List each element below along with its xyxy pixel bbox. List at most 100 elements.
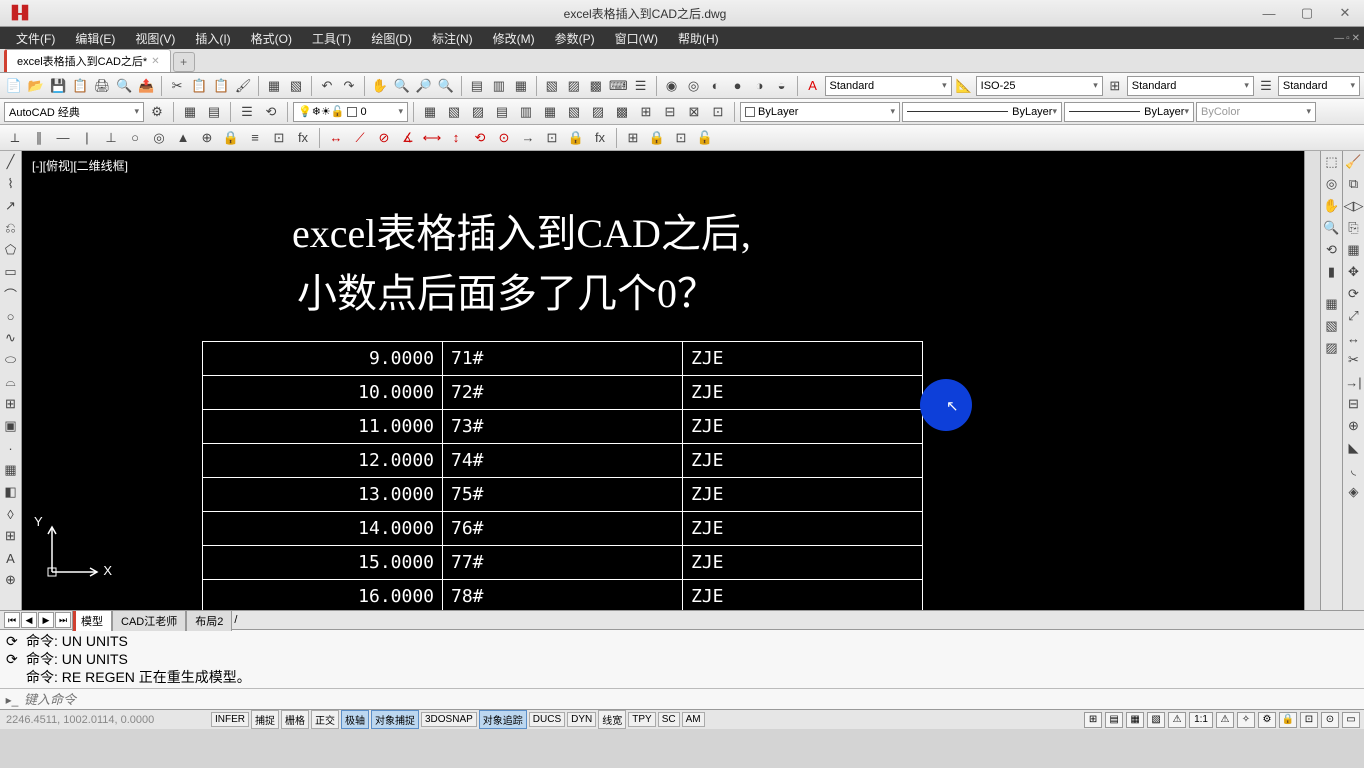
d8-icon[interactable]: ⊙ xyxy=(493,127,515,149)
nav-show-icon[interactable]: ▮ xyxy=(1322,262,1342,282)
model-space-button[interactable]: ⊞ xyxy=(1084,712,1102,728)
qv-button[interactable]: ▦ xyxy=(1126,712,1144,728)
c5-icon[interactable]: ⊥ xyxy=(100,127,122,149)
c7-icon[interactable]: ◎ xyxy=(148,127,170,149)
toggle-grid[interactable]: 栅格 xyxy=(281,710,309,729)
rect-icon[interactable]: ▭ xyxy=(1,262,21,282)
tablestyle-select[interactable]: Standard▾ xyxy=(1127,76,1254,96)
menu-help[interactable]: 帮助(H) xyxy=(668,28,729,49)
recent-icon[interactable]: ⟳ xyxy=(6,632,26,650)
menu-tools[interactable]: 工具(T) xyxy=(302,28,361,49)
layout-first-button[interactable]: ⏮ xyxy=(4,612,20,628)
iso-button[interactable]: ⊙ xyxy=(1321,712,1339,728)
toggle-polar[interactable]: 极轴 xyxy=(341,710,369,729)
dc-icon[interactable]: ▥ xyxy=(489,75,509,97)
menu-format[interactable]: 格式(O) xyxy=(241,28,302,49)
ellipse-icon[interactable]: ⬭ xyxy=(1,350,21,370)
lt3-icon[interactable]: ▨ xyxy=(467,101,489,123)
layout-next-button[interactable]: ▶ xyxy=(38,612,54,628)
qv2-button[interactable]: ▧ xyxy=(1147,712,1165,728)
tp-icon[interactable]: ▦ xyxy=(511,75,531,97)
nav-orbit-icon[interactable]: ⟲ xyxy=(1322,240,1342,260)
preview-icon[interactable]: 🔍 xyxy=(114,75,134,97)
vs3-icon[interactable]: ◐ xyxy=(706,75,726,97)
toggle-otrack[interactable]: 对象追踪 xyxy=(479,710,527,729)
point-icon[interactable]: · xyxy=(1,438,21,458)
extend-icon[interactable]: →| xyxy=(1344,372,1364,392)
lt8-icon[interactable]: ▨ xyxy=(587,101,609,123)
tool2-icon[interactable]: ▤ xyxy=(203,101,225,123)
lineweight-select[interactable]: ByLayer▾ xyxy=(1064,102,1194,122)
block2-icon[interactable]: ▧ xyxy=(286,75,306,97)
menu-dimension[interactable]: 标注(N) xyxy=(422,28,483,49)
mdi-controls[interactable]: ―▫✕ xyxy=(1334,33,1360,44)
nav-cube-icon[interactable]: ⬚ xyxy=(1322,152,1342,172)
pan-icon[interactable]: ✋ xyxy=(370,75,390,97)
zoom-icon[interactable]: 🔍 xyxy=(392,75,412,97)
open-icon[interactable]: 📂 xyxy=(26,75,46,97)
circle-icon[interactable]: ○ xyxy=(1,306,21,326)
array-icon[interactable]: ▦ xyxy=(1344,240,1364,260)
d4-icon[interactable]: ∡ xyxy=(397,127,419,149)
c11-icon[interactable]: ≡ xyxy=(244,127,266,149)
vs6-icon[interactable]: ◒ xyxy=(772,75,792,97)
d6-icon[interactable]: ↕ xyxy=(445,127,467,149)
mlstyle-icon[interactable]: ☰ xyxy=(1256,75,1276,97)
menu-modify[interactable]: 修改(M) xyxy=(483,28,545,49)
vs-icon[interactable]: ◉ xyxy=(662,75,682,97)
toggle-infer[interactable]: INFER xyxy=(211,712,249,727)
props-icon[interactable]: ▤ xyxy=(467,75,487,97)
ssm-icon[interactable]: ▧ xyxy=(542,75,562,97)
new-tab-button[interactable]: + xyxy=(173,52,195,72)
c8-icon[interactable]: ▲ xyxy=(172,127,194,149)
new-icon[interactable]: 📄 xyxy=(4,75,24,97)
workspace-select[interactable]: AutoCAD 经典▾ xyxy=(4,102,144,122)
ellipsearc-icon[interactable]: ⌓ xyxy=(1,372,21,392)
fillet-icon[interactable]: ◟ xyxy=(1344,460,1364,480)
lt2-icon[interactable]: ▧ xyxy=(443,101,465,123)
layer-icon[interactable]: ☰ xyxy=(631,75,651,97)
lt9-icon[interactable]: ▩ xyxy=(611,101,633,123)
pline-icon[interactable]: ⌇ xyxy=(1,174,21,194)
copy-obj-icon[interactable]: ⧉ xyxy=(1344,174,1364,194)
recent-icon2[interactable]: ⟳ xyxy=(6,650,26,668)
d1-icon[interactable]: ↔ xyxy=(325,127,347,149)
copy-icon[interactable]: 📋 xyxy=(189,75,209,97)
annoscale-icon[interactable]: ⚠ xyxy=(1168,712,1186,728)
command-history[interactable]: ⟳ ⟳ 命令: UN UNITS 命令: UN UNITS 命令: RE REG… xyxy=(0,630,1364,688)
toggle-ortho[interactable]: 正交 xyxy=(311,710,339,729)
plot-icon[interactable]: 🖨 xyxy=(92,75,112,97)
menu-file[interactable]: 文件(F) xyxy=(6,28,65,49)
c12-icon[interactable]: ⊡ xyxy=(268,127,290,149)
ucs-icon[interactable]: Y X xyxy=(42,522,102,582)
polygon-icon[interactable]: ⬠ xyxy=(1,240,21,260)
scale-select[interactable]: 1:1 xyxy=(1189,712,1213,728)
annoauto-button[interactable]: ✧ xyxy=(1237,712,1255,728)
menu-draw[interactable]: 绘图(D) xyxy=(361,28,422,49)
rotate-icon[interactable]: ⟳ xyxy=(1344,284,1364,304)
c10-icon[interactable]: 🔒 xyxy=(220,127,242,149)
d7-icon[interactable]: ⟲ xyxy=(469,127,491,149)
chamfer-icon[interactable]: ◣ xyxy=(1344,438,1364,458)
rt1-icon[interactable]: ▦ xyxy=(1322,294,1342,314)
file-tab-active[interactable]: excel表格插入到CAD之后* ✕ xyxy=(4,49,171,72)
d3-icon[interactable]: ⊘ xyxy=(373,127,395,149)
maximize-button[interactable]: ▢ xyxy=(1288,2,1326,24)
tool1-icon[interactable]: ▦ xyxy=(179,101,201,123)
zoomp-icon[interactable]: 🔍 xyxy=(436,75,456,97)
close-button[interactable]: ✕ xyxy=(1326,2,1364,24)
undo-icon[interactable]: ↶ xyxy=(317,75,337,97)
linetype-select[interactable]: ByLayer▾ xyxy=(902,102,1062,122)
e4-icon[interactable]: 🔓 xyxy=(694,127,716,149)
addsel-icon[interactable]: ⊕ xyxy=(1,570,21,590)
rt2-icon[interactable]: ▧ xyxy=(1322,316,1342,336)
toggle-snap[interactable]: 捕捉 xyxy=(251,710,279,729)
redo-icon[interactable]: ↷ xyxy=(339,75,359,97)
vs5-icon[interactable]: ◑ xyxy=(750,75,770,97)
d9-icon[interactable]: → xyxy=(517,127,539,149)
drawing-table[interactable]: 9.000071#ZJE 10.000072#ZJE 11.000073#ZJE… xyxy=(202,341,923,610)
toggle-sc[interactable]: SC xyxy=(658,712,680,727)
spline-icon[interactable]: ∿ xyxy=(1,328,21,348)
region-icon[interactable]: ◊ xyxy=(1,504,21,524)
calc-icon[interactable]: ⌨ xyxy=(608,75,629,97)
